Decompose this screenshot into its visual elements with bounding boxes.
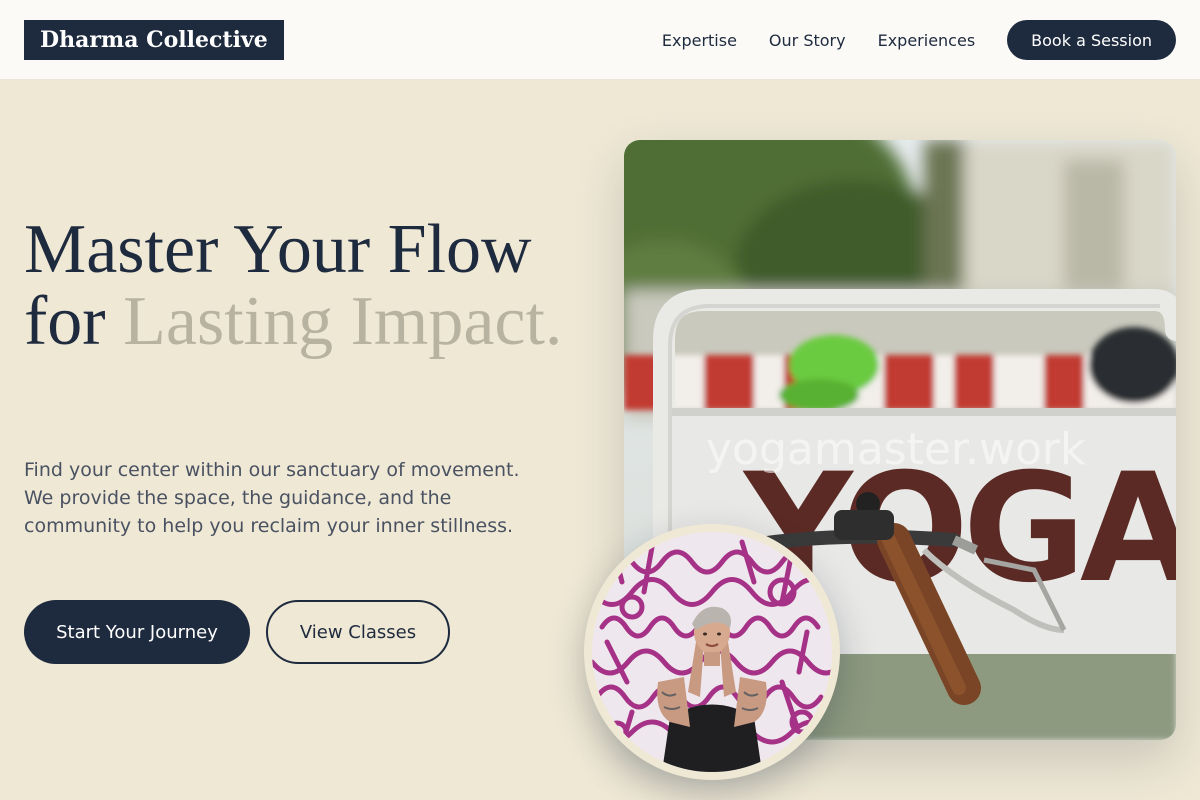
hero-title-line1: Master Your Flow [24,211,532,288]
portrait-graffiti-photo [584,524,840,780]
graffiti-portrait-illustration [592,532,832,772]
main-nav: Expertise Our Story Experiences Book a S… [662,20,1176,60]
hero-title-for: for [24,283,124,360]
hero-title-accent: Lasting Impact. [123,283,563,360]
nav-link-expertise[interactable]: Expertise [662,31,737,50]
site-header: Dharma Collective Expertise Our Story Ex… [0,0,1200,80]
image-watermark: yogamaster.work [706,424,1086,475]
start-journey-button[interactable]: Start Your Journey [24,600,250,664]
brand-logo[interactable]: Dharma Collective [24,20,284,60]
hero-title: Master Your Flow for Lasting Impact. [24,214,584,358]
nav-link-experiences[interactable]: Experiences [878,31,976,50]
nav-link-our-story[interactable]: Our Story [769,31,846,50]
view-classes-button[interactable]: View Classes [266,600,450,664]
book-session-button[interactable]: Book a Session [1007,20,1176,60]
hero-description: Find your center within our sanctuary of… [24,459,520,537]
